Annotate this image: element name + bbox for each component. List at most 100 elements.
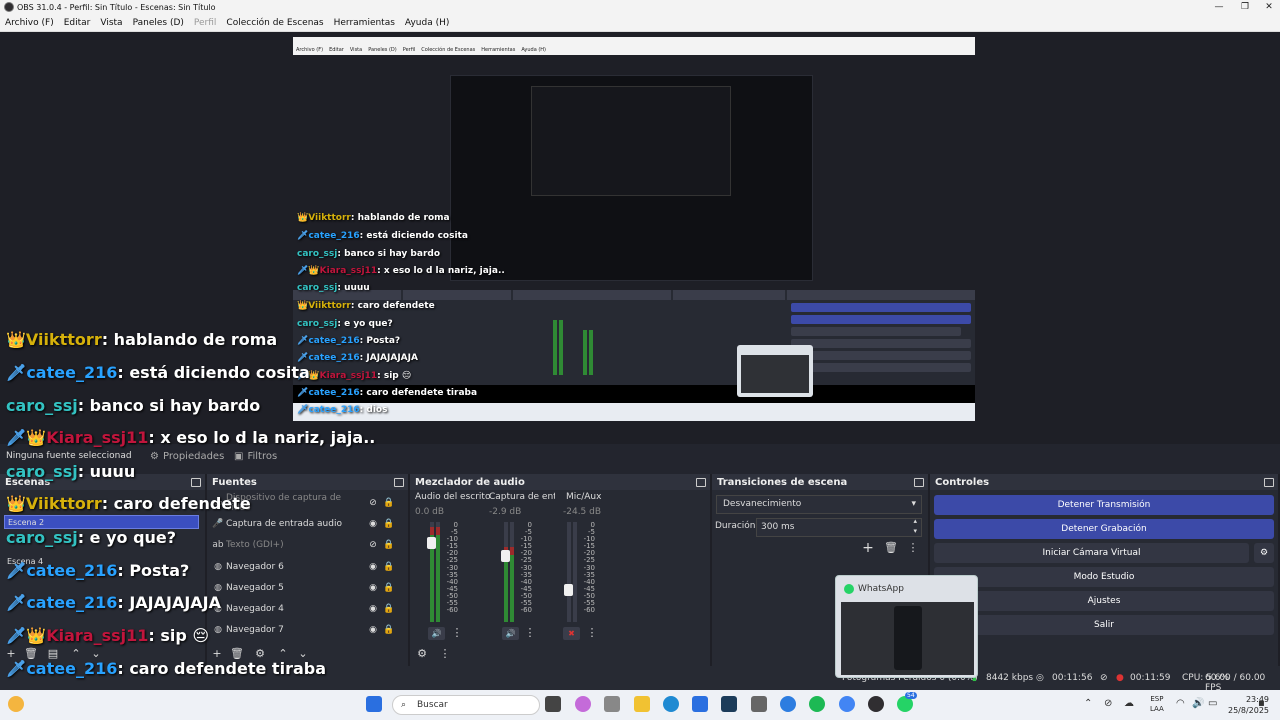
studio-mode-button[interactable]: Modo Estudio — [934, 567, 1274, 587]
inner-exit — [791, 363, 971, 372]
eye-icon[interactable]: ◉ — [365, 562, 381, 572]
remove-transition-icon[interactable]: 🗑 — [883, 540, 899, 556]
virtual-camera-settings-button[interactable]: ⚙ — [1254, 543, 1274, 563]
spotify-icon[interactable] — [809, 696, 825, 712]
lock-icon[interactable]: 🔒 — [381, 625, 397, 635]
maximize-button[interactable]: ❐ — [1232, 0, 1258, 14]
undock-icon[interactable] — [394, 477, 404, 487]
channel-menu-icon[interactable]: ⋮ — [449, 625, 465, 641]
duration-input[interactable]: 300 ms ▴ ▾ — [756, 516, 922, 537]
volume-icon[interactable]: 🔊 — [1192, 698, 1204, 709]
speaker-icon[interactable]: 🔊 — [428, 627, 445, 640]
eye-icon[interactable]: ◉ — [365, 583, 381, 593]
whatsapp-thumbnail — [841, 602, 974, 675]
undock-icon[interactable] — [696, 477, 706, 487]
transition-menu-icon[interactable]: ⋮ — [905, 540, 921, 556]
chat-message: caro defendete tiraba — [129, 659, 326, 678]
source-row[interactable]: ◍ Navegador 4 ◉ 🔒 — [212, 599, 397, 619]
chevron-up-icon[interactable]: ⌃ — [1084, 698, 1092, 709]
muted-speaker-icon[interactable]: ✖ — [563, 627, 580, 640]
properties-button[interactable]: ⚙ Propiedades — [150, 448, 224, 464]
lock-icon[interactable]: 🔒 — [381, 498, 397, 508]
menu-paneles[interactable]: Paneles (D) — [128, 18, 189, 28]
task-view-icon[interactable] — [545, 696, 561, 712]
channel-menu-icon[interactable]: ⋮ — [522, 625, 538, 641]
inner-title-bar — [293, 37, 975, 45]
menu-vista[interactable]: Vista — [95, 18, 127, 28]
menu-herramientas[interactable]: Herramientas — [329, 18, 400, 28]
inner-mixer-head — [513, 290, 671, 300]
edge-icon[interactable] — [663, 696, 679, 712]
preview-canvas[interactable]: Archivo (F) Editar Vista Paneles (D) Per… — [293, 37, 975, 421]
source-row[interactable]: ab Texto (GDI+) ⊘ 🔒 — [212, 535, 397, 555]
stop-streaming-button[interactable]: Detener Transmisión — [934, 495, 1274, 515]
app-icon[interactable] — [751, 696, 767, 712]
eye-hidden-icon[interactable]: ⊘ — [365, 498, 381, 508]
source-row[interactable]: ◍ Navegador 7 ◉ 🔒 — [212, 620, 397, 640]
lock-icon[interactable]: 🔒 — [381, 583, 397, 593]
eye-icon[interactable]: ◉ — [365, 519, 381, 529]
eye-icon[interactable]: ◉ — [365, 604, 381, 614]
chat-badge-icon: 🗡👑 — [6, 428, 47, 447]
menu-coleccion-escenas[interactable]: Colección de Escenas — [221, 18, 328, 28]
eye-hidden-icon[interactable]: ⊘ — [365, 540, 381, 550]
channel-menu-icon[interactable]: ⋮ — [584, 625, 600, 641]
source-row[interactable]: 🎤 Captura de entrada audio ◉ 🔒 — [212, 514, 397, 534]
weather-icon[interactable] — [8, 696, 24, 712]
notifications-icon[interactable]: ▪ — [1258, 698, 1265, 709]
menu-archivo[interactable]: Archivo (F) — [0, 18, 59, 28]
minimize-button[interactable]: — — [1206, 0, 1232, 14]
undock-icon[interactable] — [191, 477, 201, 487]
network-alt-icon[interactable]: ⊘ — [1104, 698, 1112, 709]
start-icon[interactable] — [366, 696, 382, 712]
mixer-settings-icon[interactable]: ⚙ — [414, 646, 430, 662]
whatsapp-preview-popup[interactable]: WhatsApp — [835, 575, 978, 678]
stepper-icon[interactable]: ▴ ▾ — [913, 516, 917, 536]
volume-fader[interactable] — [564, 584, 573, 596]
chat-line: 👑Viikttorr: caro defendete — [6, 494, 251, 513]
lock-icon[interactable]: 🔒 — [381, 519, 397, 529]
lock-icon[interactable]: 🔒 — [381, 604, 397, 614]
file-explorer-icon[interactable] — [634, 696, 650, 712]
source-row[interactable]: ◍ Navegador 5 ◉ 🔒 — [212, 578, 397, 598]
transition-select[interactable]: Desvanecimiento ▾ — [716, 495, 922, 514]
obs-icon[interactable] — [868, 696, 884, 712]
close-button[interactable]: ✕ — [1256, 0, 1280, 14]
add-transition-icon[interactable]: + — [860, 540, 876, 556]
chrome-icon[interactable] — [839, 696, 855, 712]
volume-fader[interactable] — [427, 537, 436, 549]
lock-icon[interactable]: 🔒 — [381, 562, 397, 572]
inner-chat-line: 🗡catee_216: JAJAJAJAJA — [297, 353, 418, 363]
stop-recording-button[interactable]: Detener Grabación — [934, 519, 1274, 539]
taskbar-search[interactable]: ⌕ Buscar — [392, 695, 540, 715]
eye-icon[interactable]: ◉ — [365, 625, 381, 635]
undock-icon[interactable] — [914, 477, 924, 487]
speaker-icon[interactable]: 🔊 — [502, 627, 519, 640]
app-icon[interactable] — [780, 696, 796, 712]
store-icon[interactable] — [692, 696, 708, 712]
menu-perfil[interactable]: Perfil — [189, 18, 222, 28]
chat-badge-icon: 🗡 — [6, 561, 27, 580]
chat-message: caro defendete — [113, 494, 251, 513]
copilot-icon[interactable] — [575, 696, 591, 712]
source-row[interactable]: ◍ Navegador 6 ◉ 🔒 — [212, 557, 397, 577]
cloud-icon[interactable]: ☁ — [1124, 698, 1134, 709]
app-icon[interactable] — [604, 696, 620, 712]
volume-fader[interactable] — [501, 550, 510, 562]
mixer-channel-name: Mic/Aux — [566, 492, 602, 502]
exit-button[interactable]: Salir — [934, 615, 1274, 635]
undock-icon[interactable] — [1264, 477, 1274, 487]
settings-button[interactable]: Ajustes — [934, 591, 1274, 611]
mixer-menu-icon[interactable]: ⋮ — [437, 646, 453, 662]
source-label: Navegador 7 — [226, 625, 284, 635]
scene-item[interactable]: Escena 2 — [4, 515, 199, 529]
menu-editar[interactable]: Editar — [59, 18, 96, 28]
lock-icon[interactable]: 🔒 — [381, 540, 397, 550]
app-icon[interactable] — [721, 696, 737, 712]
battery-icon[interactable]: ▭ — [1208, 698, 1217, 709]
wifi-icon[interactable]: ◠ — [1176, 698, 1185, 709]
filters-button[interactable]: ▣ Filtros — [234, 448, 277, 464]
start-virtual-camera-button[interactable]: Iniciar Cámara Virtual — [934, 543, 1249, 563]
menu-ayuda[interactable]: Ayuda (H) — [400, 18, 454, 28]
language-indicator[interactable]: ESP LAA — [1150, 694, 1164, 714]
